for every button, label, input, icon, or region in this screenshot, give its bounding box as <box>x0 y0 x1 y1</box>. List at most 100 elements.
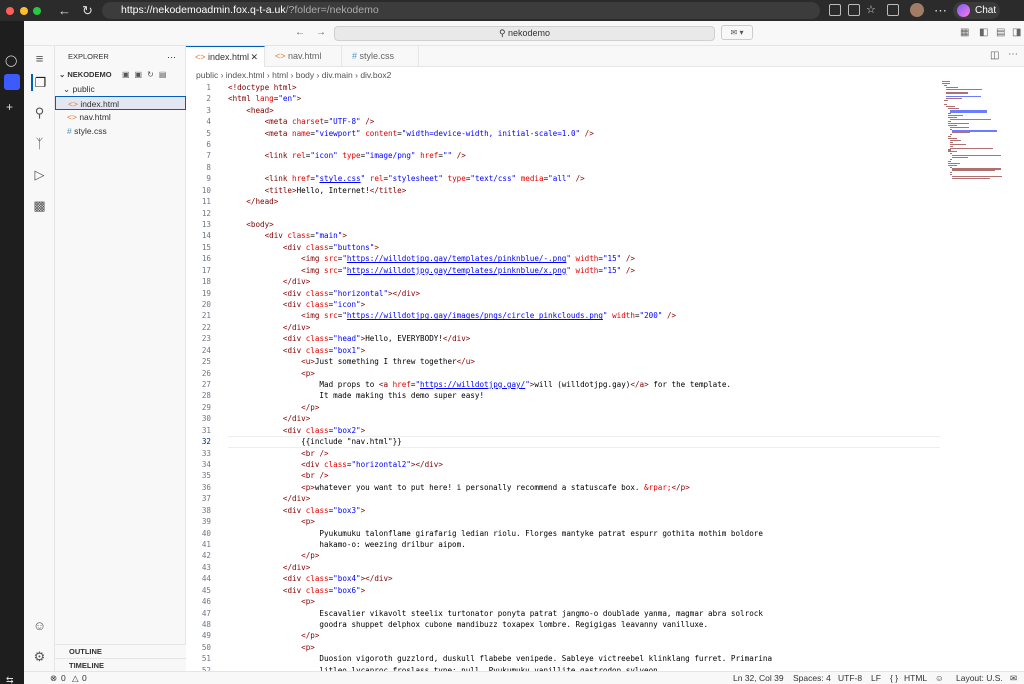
code-line[interactable]: <div class="box3"> <box>228 505 365 516</box>
errors-icon[interactable]: ⊗ <box>50 672 57 684</box>
explorer-more-icon[interactable]: ⋯ <box>167 50 179 64</box>
breadcrumb-item[interactable]: div.box2 <box>360 70 391 80</box>
split-editor-icon[interactable]: ◫ <box>990 50 999 61</box>
url-bar[interactable]: https://nekodemoadmin.fox.q-t-a.uk/?fold… <box>102 2 820 19</box>
code-line[interactable]: <p>whatever you want to put here! i pers… <box>228 482 690 493</box>
code-line[interactable]: </head> <box>228 196 278 207</box>
code-line[interactable]: Duosion vigoroth guzzlord, duskull flabe… <box>228 653 772 664</box>
code-line[interactable]: <p> <box>228 368 315 379</box>
bookmark-star-icon[interactable]: ☆ <box>866 0 876 21</box>
encoding[interactable]: UTF-8 <box>838 672 862 684</box>
minimize-window-button[interactable] <box>20 6 28 15</box>
settings-gear-icon[interactable]: ⚙ <box>31 648 48 665</box>
code-line[interactable]: <div class="buttons"> <box>228 242 379 253</box>
more-actions-icon[interactable]: ⋯ <box>1008 49 1018 60</box>
code-line[interactable]: </p> <box>228 630 319 641</box>
profile-avatar[interactable] <box>910 3 924 17</box>
maximize-window-button[interactable] <box>33 6 41 15</box>
code-line[interactable]: <img src="https://willdotjpg.gay/images/… <box>228 310 676 321</box>
globe-icon[interactable]: ◯ <box>5 54 17 67</box>
code-line[interactable]: </p> <box>228 550 319 561</box>
code-line[interactable]: <div class="horizontal"></div> <box>228 288 420 299</box>
code-editor[interactable]: 1 <!doctype html> 2 <html lang="en"> 3 <head… <box>186 81 1014 671</box>
extensions-icon[interactable]: ▩ <box>31 197 48 214</box>
back-arrow-icon[interactable]: ← <box>58 0 71 21</box>
close-tab-icon[interactable]: ✕ <box>250 47 258 68</box>
code-line[interactable]: <link rel="icon" type="image/png" href="… <box>228 150 466 161</box>
close-window-button[interactable] <box>6 6 14 15</box>
code-line[interactable]: <u>Just something I threw together</u> <box>228 356 475 367</box>
code-line[interactable]: </div> <box>228 493 310 504</box>
breadcrumb-item[interactable]: index.html <box>226 70 265 80</box>
breadcrumb-item[interactable]: html <box>272 70 288 80</box>
code-line[interactable]: <meta charset="UTF-8" /> <box>228 116 375 127</box>
code-line[interactable]: Mad props to <a href="https://willdotjpg… <box>228 379 731 390</box>
code-line[interactable]: </p> <box>228 402 319 413</box>
code-line[interactable]: <head> <box>228 105 273 116</box>
copilot-status-icon[interactable]: ☺ <box>935 672 944 684</box>
code-line[interactable]: <img src="https://willdotjpg.gay/templat… <box>228 265 635 276</box>
cursor-position[interactable]: Ln 32, Col 39 <box>733 672 784 684</box>
code-line[interactable]: <div class="box6"> <box>228 585 365 596</box>
code-line[interactable]: <meta name="viewport" content="width=dev… <box>228 128 594 139</box>
file-nav-html[interactable]: <> nav.html <box>55 110 186 124</box>
active-tab-icon[interactable] <box>4 74 20 90</box>
code-line[interactable]: <body> <box>228 219 273 230</box>
warning-icon[interactable]: △ <box>72 672 79 684</box>
file-index-html[interactable]: <> index.html <box>55 96 186 110</box>
timeline-section[interactable]: TIMELINE <box>55 658 186 672</box>
code-line[interactable]: <p> <box>228 642 315 653</box>
explorer-actions[interactable]: ▣▣↻▤ <box>122 70 171 79</box>
explorer-icon[interactable]: ❐ <box>31 74 48 91</box>
code-line[interactable]: <br /> <box>228 448 328 459</box>
code-line[interactable]: <div class="head">Hello, EVERYBODY!</div… <box>228 333 470 344</box>
search-icon[interactable]: ⚲ <box>31 104 48 121</box>
code-line[interactable]: <div class="icon"> <box>228 299 365 310</box>
code-line[interactable]: </div> <box>228 413 310 424</box>
page-icon[interactable] <box>829 4 841 16</box>
tab-style-css[interactable]: # style.css <box>343 46 419 67</box>
reload-icon[interactable]: ↻ <box>82 0 93 21</box>
code-line[interactable]: <img src="https://willdotjpg.gay/templat… <box>228 253 635 264</box>
code-line[interactable]: </div> <box>228 276 310 287</box>
code-line[interactable]: Pyukumuku talonflame girafarig ledian ri… <box>228 528 762 539</box>
code-line[interactable]: <div class="box4"></div> <box>228 573 393 584</box>
notifications-icon[interactable]: ✉ <box>1010 672 1017 684</box>
indentation[interactable]: Spaces: 4 <box>793 672 831 684</box>
run-debug-icon[interactable]: ▷ <box>31 166 48 183</box>
sidebar-collapse-icon[interactable]: ⇆ <box>6 675 14 684</box>
nav-forward-icon[interactable]: → <box>316 27 326 38</box>
code-line[interactable]: hakamo-o: weezing drilbur aipom. <box>228 539 465 550</box>
extensions-icon[interactable] <box>848 4 860 16</box>
source-control-icon[interactable]: ᛉ <box>31 135 48 152</box>
end-of-line[interactable]: LF <box>871 672 881 684</box>
code-line[interactable]: <div class="horizontal2"></div> <box>228 459 443 470</box>
account-icon[interactable]: ☺ <box>31 617 48 634</box>
toggle-panel-icon[interactable]: ▤ <box>996 27 1005 38</box>
code-line[interactable]: {{include "nav.html"}} <box>228 436 402 447</box>
code-line[interactable]: </div> <box>228 562 310 573</box>
code-line[interactable]: <div class="main"> <box>228 230 347 241</box>
code-line[interactable]: <br /> <box>228 470 328 481</box>
code-line[interactable]: Escavalier vikavolt steelix turtonator p… <box>228 608 762 619</box>
code-line[interactable]: <p> <box>228 596 315 607</box>
toggle-sidebar-icon[interactable]: ◧ <box>979 27 988 38</box>
breadcrumb-item[interactable]: div.main <box>322 70 353 80</box>
file-style-css[interactable]: # style.css <box>55 124 186 138</box>
code-line[interactable]: </div> <box>228 322 310 333</box>
nav-back-icon[interactable]: ← <box>295 27 305 38</box>
language-mode[interactable]: HTML <box>904 672 927 684</box>
command-center-search[interactable]: ⚲ nekodemo <box>334 26 715 41</box>
menu-icon[interactable]: ≡ <box>31 50 48 67</box>
error-count[interactable]: 0 <box>61 672 66 684</box>
copilot-icon[interactable]: ✉ ▾ <box>721 25 753 40</box>
toggle-secondary-sidebar-icon[interactable]: ◨ <box>1012 27 1021 38</box>
code-line[interactable]: <title>Hello, Internet!</title> <box>228 185 407 196</box>
warning-count[interactable]: 0 <box>82 672 87 684</box>
breadcrumb-item[interactable]: body <box>296 70 314 80</box>
more-options-icon[interactable]: ⋯ <box>934 0 947 21</box>
breadcrumb-item[interactable]: public <box>196 70 218 80</box>
customize-layout-icon[interactable]: ▦ <box>960 27 969 38</box>
code-line[interactable]: It made making this demo super easy! <box>228 390 484 401</box>
code-line[interactable]: <p> <box>228 516 315 527</box>
